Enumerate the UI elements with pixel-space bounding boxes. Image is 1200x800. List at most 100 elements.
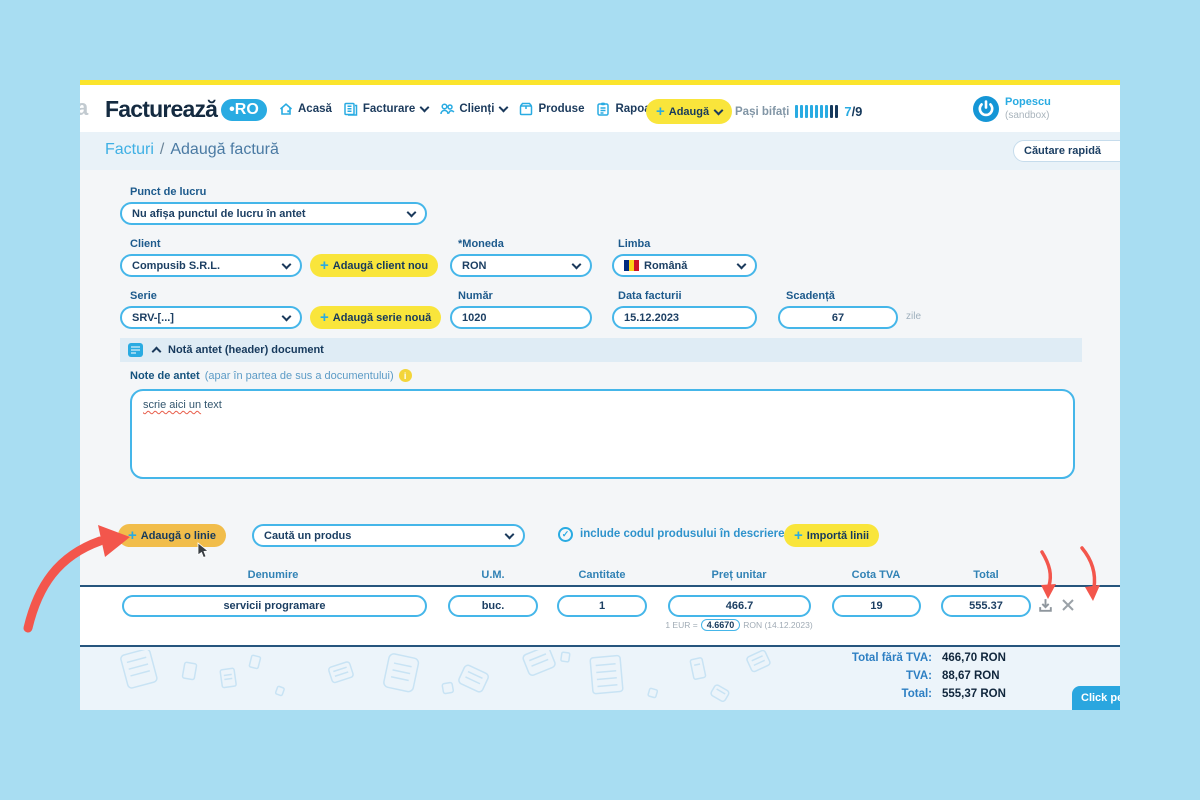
- clients-icon: [439, 101, 455, 117]
- include-code-label: include codul produsului în descriere: [580, 528, 784, 540]
- exchange-prefix: 1 EUR =: [665, 620, 697, 630]
- breadcrumb-facturi-link[interactable]: Facturi: [105, 141, 154, 158]
- client-label: Client: [130, 238, 161, 250]
- punct-de-lucru-select[interactable]: Nu afișa punctul de lucru în antet: [120, 202, 427, 225]
- chevron-down-icon: [282, 259, 292, 269]
- step-bar: [795, 105, 798, 118]
- tva-value: 88,67 RON: [942, 670, 1072, 682]
- scadenta-input[interactable]: 67: [778, 306, 898, 329]
- header-note-section-title: Notă antet (header) document: [168, 344, 324, 356]
- numar-input[interactable]: 1020: [450, 306, 592, 329]
- moneda-select[interactable]: RON: [450, 254, 592, 277]
- screenshot-canvas: a Facturează •RO Acasă Facturare Clienți: [0, 0, 1200, 800]
- plus-icon: +: [320, 310, 329, 325]
- plus-icon: +: [320, 258, 329, 273]
- breadcrumb: Facturi/Adaugă factură: [105, 141, 279, 159]
- product-search-select[interactable]: Caută un produs: [252, 524, 525, 547]
- step-bar: [825, 105, 828, 118]
- col-header-total: Total: [926, 569, 1046, 581]
- plus-icon: +: [794, 528, 803, 543]
- check-icon: ✓: [562, 529, 570, 540]
- home-icon: [278, 101, 294, 117]
- note-document-icon: [128, 343, 143, 357]
- invoices-icon: [343, 101, 359, 117]
- chevron-down-icon: [407, 207, 417, 217]
- chevron-up-icon: [152, 347, 162, 357]
- add-button[interactable]: + Adaugă: [646, 99, 732, 124]
- chevron-down-icon: [282, 311, 292, 321]
- row-cantitate-input[interactable]: 1: [557, 595, 647, 617]
- total-fara-tva-label: Total fără TVA:: [780, 652, 932, 664]
- quick-search-input[interactable]: Căutare rapidă: [1013, 140, 1120, 162]
- app-window: a Facturează •RO Acasă Facturare Clienți: [80, 80, 1120, 710]
- nav-label: Facturare: [363, 103, 415, 115]
- delete-line-icon[interactable]: [1060, 597, 1076, 613]
- total-label: Total:: [780, 688, 932, 700]
- import-lines-label: Importă linii: [807, 530, 869, 542]
- step-bar: [815, 105, 818, 118]
- invoice-doodles: [90, 650, 790, 708]
- serie-label: Serie: [130, 290, 157, 302]
- save-line-icon[interactable]: [1037, 597, 1054, 614]
- client-select[interactable]: Compusib S.R.L.: [120, 254, 302, 277]
- row-um-input[interactable]: buc.: [448, 595, 538, 617]
- nav-label: Acasă: [298, 103, 332, 115]
- mouse-cursor-icon: [196, 542, 210, 560]
- row-cota-tva-input[interactable]: 19: [832, 595, 921, 617]
- row-denumire-input[interactable]: servicii programare: [122, 595, 427, 617]
- nav-label: Produse: [538, 103, 584, 115]
- data-facturii-input[interactable]: 15.12.2023: [612, 306, 757, 329]
- products-icon: [518, 101, 534, 117]
- exchange-rate-value: 4.6670: [701, 619, 741, 631]
- add-serie-button[interactable]: + Adaugă serie nouă: [310, 306, 441, 329]
- scadenta-suffix: zile: [906, 311, 921, 322]
- user-menu[interactable]: Popescu (sandbox): [973, 96, 1051, 122]
- step-bar: [820, 105, 823, 118]
- chevron-down-icon: [737, 259, 747, 269]
- reports-icon: [595, 101, 611, 117]
- chevron-down-icon: [420, 103, 430, 113]
- header-note-textarea[interactable]: scrie aici un text: [130, 389, 1075, 479]
- steps-progress: Pași bifați 7/9: [735, 104, 862, 119]
- textarea-text: text: [201, 399, 222, 411]
- moneda-value: RON: [462, 260, 486, 272]
- include-code-checkbox[interactable]: ✓: [558, 527, 573, 542]
- add-client-label: Adaugă client nou: [333, 260, 428, 272]
- user-env: (sandbox): [1005, 110, 1051, 122]
- col-header-cota-tva: Cota TVA: [816, 569, 936, 581]
- scadenta-label: Scadență: [786, 290, 835, 302]
- corner-help-button[interactable]: Click pe: [1072, 686, 1120, 710]
- main-menu: Acasă Facturare Clienți Produse: [278, 101, 665, 117]
- step-bar: [830, 105, 833, 118]
- nav-item-acasa[interactable]: Acasă: [278, 101, 332, 117]
- nav-item-clienti[interactable]: Clienți: [439, 101, 507, 117]
- import-lines-button[interactable]: + Importă linii: [784, 524, 879, 547]
- row-total-input[interactable]: 555.37: [941, 595, 1031, 617]
- limba-select[interactable]: Română: [612, 254, 757, 277]
- table-top-divider: [80, 585, 1120, 587]
- chevron-down-icon: [505, 529, 515, 539]
- limba-value: Română: [644, 260, 687, 272]
- data-facturii-label: Data facturii: [618, 290, 682, 302]
- product-search-value: Caută un produs: [264, 530, 351, 542]
- moneda-label: *Moneda: [458, 238, 504, 250]
- punct-de-lucru-label: Punct de lucru: [130, 186, 206, 198]
- serie-select[interactable]: SRV-[...]: [120, 306, 302, 329]
- nav-item-produse[interactable]: Produse: [518, 101, 584, 117]
- chevron-down-icon: [499, 103, 509, 113]
- total-value: 555,37 RON: [942, 688, 1072, 700]
- header-note-section-toggle[interactable]: Notă antet (header) document: [120, 338, 1082, 362]
- add-client-button[interactable]: + Adaugă client nou: [310, 254, 438, 277]
- romania-flag-icon: [624, 260, 639, 271]
- step-bar: [835, 105, 838, 118]
- tva-label: TVA:: [780, 670, 932, 682]
- steps-count: 7/9: [844, 104, 862, 119]
- nav-label: Clienți: [459, 103, 494, 115]
- footer-top-divider: [80, 645, 1120, 647]
- app-logo[interactable]: Facturează •RO: [105, 96, 267, 123]
- nav-item-facturare[interactable]: Facturare: [343, 101, 428, 117]
- page-title: Adaugă factură: [170, 141, 279, 158]
- add-serie-label: Adaugă serie nouă: [333, 312, 431, 324]
- info-icon: i: [399, 369, 412, 382]
- row-pret-unitar-input[interactable]: 466.7: [668, 595, 811, 617]
